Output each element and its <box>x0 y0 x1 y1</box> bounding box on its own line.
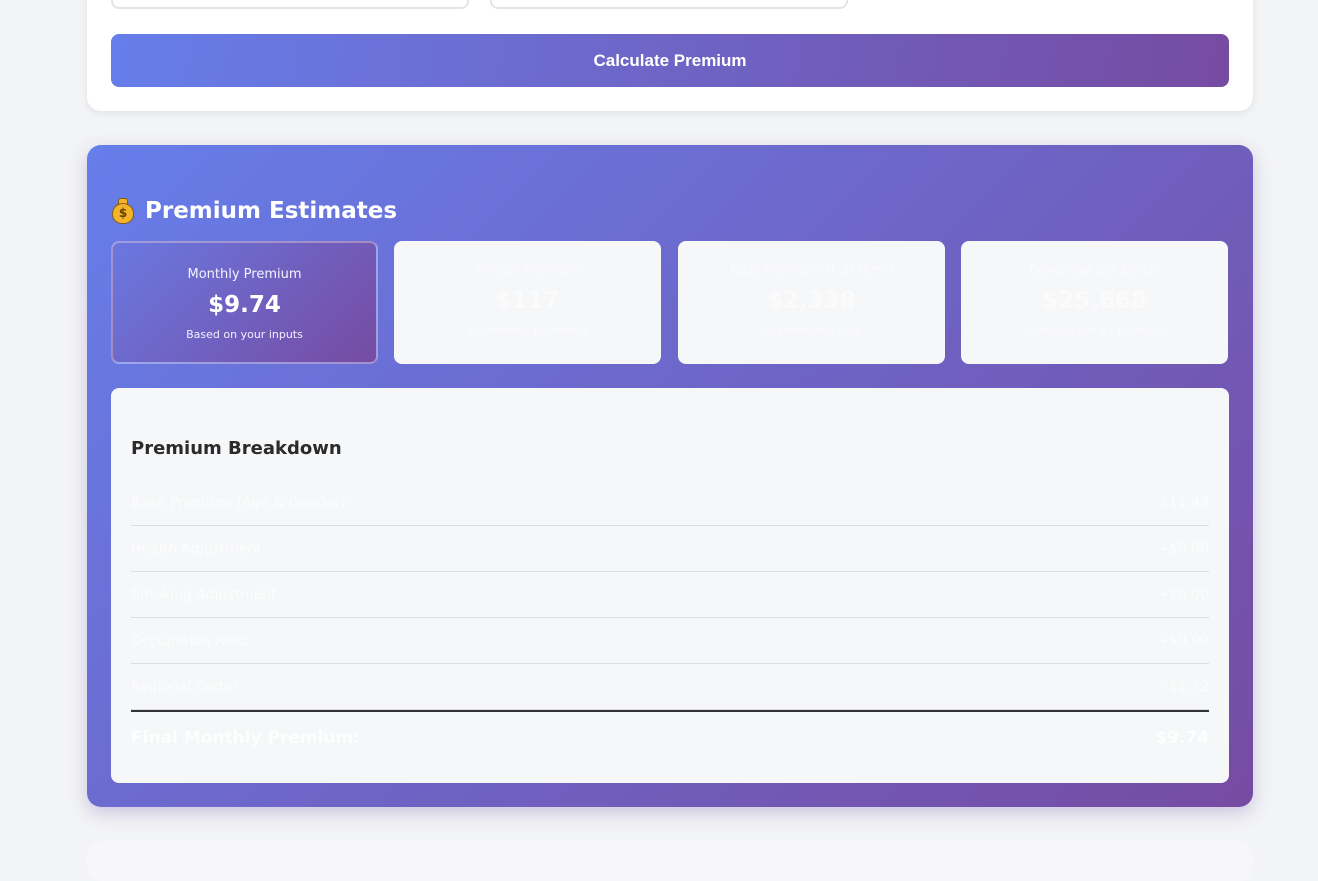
premium-estimates-panel: $ Premium Estimates Monthly Premium $9.7… <box>87 145 1253 807</box>
breakdown-row-value: +$0.00 <box>1157 586 1209 603</box>
breakdown-row: Smoking Adjustment: +$0.00 <box>131 572 1209 618</box>
breakdown-row-label: Regional Factor: <box>131 678 244 695</box>
final-premium-label: Final Monthly Premium: <box>131 728 361 748</box>
breakdown-row-value: $11.48 <box>1160 494 1209 511</box>
breakdown-row-value: -$1.72 <box>1163 678 1209 695</box>
estimate-cards: Monthly Premium $9.74 Based on your inpu… <box>111 241 1229 364</box>
breakdown-row-label: Smoking Adjustment: <box>131 586 282 603</box>
breakdown-row: Regional Factor: -$1.72 <box>131 664 1209 710</box>
premium-breakdown-title: Premium Breakdown <box>131 438 342 459</box>
card-coverage-per-dollar[interactable]: Coverage per Dollar $25,668 Coverage per… <box>961 241 1228 364</box>
calculator-form-card: Calculate Premium <box>87 0 1253 111</box>
breakdown-row: Base Premium (Age & Gender): $11.48 <box>131 480 1209 526</box>
card-value: $9.74 <box>208 292 281 318</box>
breakdown-row: Health Adjustment: +$0.00 <box>131 526 1209 572</box>
card-value: $117 <box>495 288 560 314</box>
breakdown-rows: Base Premium (Age & Gender): $11.48 Heal… <box>131 480 1209 710</box>
card-label: Annual Premium <box>473 263 582 278</box>
breakdown-row-label: Base Premium (Age & Gender): <box>131 494 351 511</box>
breakdown-row-value: +$0.00 <box>1157 632 1209 649</box>
form-input-right[interactable] <box>490 0 848 9</box>
calculate-premium-button[interactable]: Calculate Premium <box>111 34 1229 87</box>
premium-estimates-heading: $ Premium Estimates <box>111 195 397 227</box>
card-label: Monthly Premium <box>187 267 302 282</box>
breakdown-row-value: +$0.00 <box>1157 540 1209 557</box>
final-premium-value: $9.74 <box>1155 728 1209 748</box>
breakdown-row-label: Health Adjustment: <box>131 540 267 557</box>
card-label: Total Premium (Full Term) <box>729 263 894 278</box>
breakdown-row: Occupation Risk: +$0.00 <box>131 618 1209 664</box>
form-input-left[interactable] <box>111 0 469 9</box>
card-annual-premium[interactable]: Annual Premium $117 12 monthly payments <box>394 241 661 364</box>
card-monthly-premium[interactable]: Monthly Premium $9.74 Based on your inpu… <box>111 241 378 364</box>
final-premium-row: Final Monthly Premium: $9.74 <box>131 724 1209 752</box>
card-value: $2,338 <box>767 288 856 314</box>
card-value: $25,668 <box>1042 288 1147 314</box>
money-bag-icon: $ <box>111 197 135 225</box>
premium-breakdown-section: Premium Breakdown Base Premium (Age & Ge… <box>111 388 1229 783</box>
breakdown-row-label: Occupation Risk: <box>131 632 249 649</box>
card-label: Coverage per Dollar <box>1029 263 1160 278</box>
card-subtext: Based on your inputs <box>186 328 303 341</box>
total-divider <box>131 710 1209 712</box>
card-subtext: 12 monthly payments <box>467 324 588 337</box>
card-subtext: Coverage per $1 premium <box>1022 324 1167 337</box>
card-subtext: All premiums paid <box>761 324 862 337</box>
premium-estimates-title: Premium Estimates <box>145 198 398 224</box>
next-section-card <box>87 841 1253 881</box>
card-total-premium[interactable]: Total Premium (Full Term) $2,338 All pre… <box>678 241 945 364</box>
